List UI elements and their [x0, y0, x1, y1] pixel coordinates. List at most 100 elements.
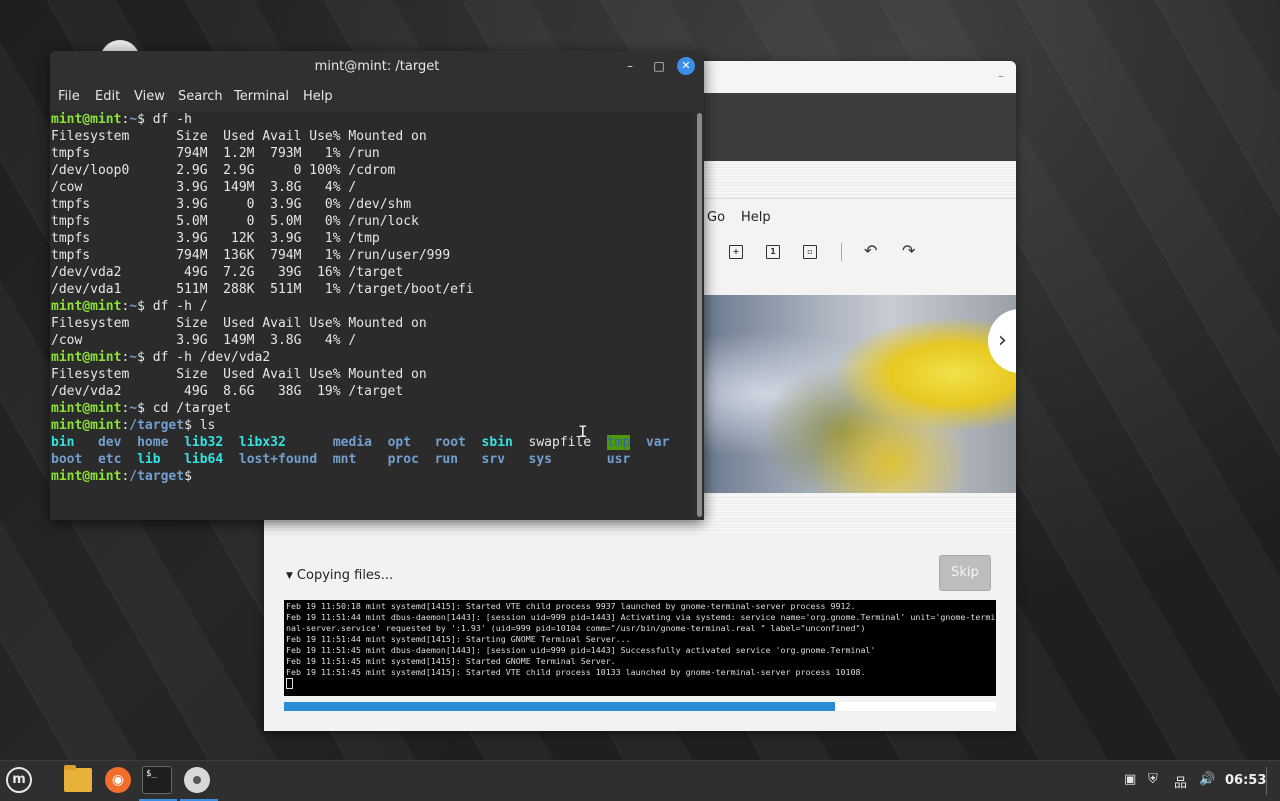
menu-view[interactable]: View	[134, 89, 165, 104]
progress-fill	[284, 702, 836, 711]
volume-icon[interactable]: 🔊	[1199, 772, 1215, 787]
log-line: Feb 19 11:51:45 mint systemd[1415]: Star…	[286, 656, 616, 666]
terminal-line: /dev/vda2 49G 8.6G 38G 19% /target	[51, 384, 404, 399]
terminal-line: /cow 3.9G 149M 3.8G 4% /	[51, 180, 357, 195]
firefox-icon[interactable]: ◉	[105, 767, 131, 793]
terminal-line: boot etc lib lib64 lost+found mnt proc r…	[51, 451, 693, 468]
menu-file[interactable]: File	[58, 89, 80, 104]
clock[interactable]: 06:53	[1225, 773, 1266, 788]
ls-entry: lib64	[184, 452, 224, 467]
install-log: Feb 19 11:50:18 mint systemd[1415]: Star…	[284, 600, 996, 696]
ls-entry: media	[332, 435, 372, 450]
prompt-command: $ df -h /dev/vda2	[137, 350, 271, 365]
install-progress-bar	[284, 702, 996, 711]
network-icon[interactable]: 品	[1174, 772, 1187, 791]
log-cursor	[286, 678, 293, 689]
minimize-icon[interactable]: –	[621, 57, 639, 75]
terminal-taskbar-icon[interactable]: $_	[142, 766, 172, 794]
viewer-toolbar: + 1 ▫ ↶ ↷	[704, 233, 1016, 273]
terminal-line: mint@mint:~$ df -h /	[51, 299, 208, 314]
terminal-titlebar[interactable]: mint@mint: /target – □ ✕	[50, 51, 704, 81]
prompt-command: $ df -h	[137, 112, 192, 127]
show-desktop-button[interactable]	[1266, 767, 1267, 795]
terminal-line: /dev/loop0 2.9G 2.9G 0 100% /cdrom	[51, 163, 396, 178]
menu-help[interactable]: Help	[303, 89, 333, 104]
terminal-line: bin dev home lib32 libx32 media opt root…	[51, 434, 693, 451]
menu-search[interactable]: Search	[178, 89, 223, 104]
rotate-right-icon[interactable]: ↷	[902, 241, 915, 260]
terminal-line: /dev/vda2 49G 7.2G 39G 16% /target	[51, 265, 404, 280]
terminal-window: mint@mint: /target – □ ✕ File Edit View …	[50, 51, 704, 520]
prompt-path: ~	[129, 299, 138, 314]
terminal-line: mint@mint:/target$	[51, 468, 693, 485]
shield-update-icon[interactable]: ⛨	[1148, 772, 1158, 787]
terminal-line: mint@mint:/target$ ls	[51, 418, 216, 433]
prompt-user: mint@mint	[51, 350, 122, 365]
skip-button[interactable]: Skip	[939, 555, 991, 591]
terminal-line: tmpfs 3.9G 12K 3.9G 1% /tmp	[51, 231, 380, 246]
minimize-icon[interactable]: –	[998, 69, 1004, 83]
toolbar-separator	[841, 243, 842, 261]
log-line: nal-server.service' requested by ':1.93'…	[286, 623, 866, 633]
prompt-command: $ df -h /	[137, 299, 208, 314]
terminal-line: Filesystem Size Used Avail Use% Mounted …	[51, 316, 427, 331]
rotate-left-icon[interactable]: ↶	[864, 241, 877, 260]
prompt-command: $	[184, 469, 200, 484]
prompt-path: ~	[129, 350, 138, 365]
prompt-path: ~	[129, 401, 138, 416]
installer-disc-icon[interactable]	[184, 767, 210, 793]
viewer-menu-go[interactable]: Go	[707, 210, 725, 225]
mint-menu-icon[interactable]: m	[6, 767, 32, 793]
ls-entry: proc	[387, 452, 419, 467]
ls-entry: opt	[387, 435, 412, 450]
terminal-line: mint@mint:~$ df -h	[51, 112, 192, 127]
menu-edit[interactable]: Edit	[95, 89, 120, 104]
prompt-path: /target	[129, 418, 185, 433]
terminal-cursor	[200, 469, 208, 484]
ls-entry: run	[434, 452, 459, 467]
prompt-path: ~	[129, 112, 138, 127]
terminal-scrollbar[interactable]	[697, 113, 702, 517]
log-line: Feb 19 11:51:45 mint dbus-daemon[1443]: …	[286, 645, 876, 655]
ls-entry: libx32	[238, 435, 286, 450]
ls-entry: lib32	[184, 435, 224, 450]
prompt-command: $ ls	[184, 418, 216, 433]
zoom-fit-icon[interactable]: +	[729, 245, 743, 259]
ls-entry: tmp	[606, 435, 631, 450]
text-cursor-icon: I	[578, 422, 588, 441]
menu-terminal[interactable]: Terminal	[234, 89, 289, 104]
ls-entry: var	[645, 435, 670, 450]
viewer-menu-help[interactable]: Help	[741, 210, 771, 225]
copying-expander[interactable]: ▼ Copying files...	[286, 568, 393, 583]
prompt-user: mint@mint	[51, 112, 122, 127]
ls-entry: etc	[97, 452, 122, 467]
copying-status-label: Copying files...	[296, 568, 394, 583]
terminal-title: mint@mint: /target	[314, 59, 440, 74]
log-line: Feb 19 11:51:45 mint systemd[1415]: Star…	[286, 667, 866, 677]
next-image-button[interactable]: ›	[988, 309, 1016, 373]
terminal-line: Filesystem Size Used Avail Use% Mounted …	[51, 129, 427, 144]
zoom-1-icon[interactable]: 1	[766, 245, 780, 259]
image-viewer-window: Go Help + 1 ▫ ↶ ↷ ›	[704, 198, 1016, 495]
clipboard-icon[interactable]: ▣	[1124, 772, 1136, 787]
terminal-line: /dev/vda1 511M 288K 511M 1% /target/boot…	[51, 282, 474, 297]
maximize-icon[interactable]: □	[650, 57, 668, 75]
ls-entry: srv	[481, 452, 506, 467]
prompt-user: mint@mint	[51, 418, 122, 433]
terminal-output[interactable]: mint@mint:~$ df -h Filesystem Size Used A…	[50, 111, 694, 520]
log-line: Feb 19 11:51:44 mint dbus-daemon[1443]: …	[286, 612, 996, 622]
ls-entry: sys	[528, 452, 552, 467]
ls-entry: sbin	[481, 435, 513, 450]
zoom-best-icon[interactable]: ▫	[803, 245, 817, 259]
prompt-command: $ cd /target	[137, 401, 232, 416]
prompt-user: mint@mint	[51, 299, 122, 314]
log-line: Feb 19 11:50:18 mint systemd[1415]: Star…	[286, 601, 856, 611]
ls-entry: boot	[51, 452, 83, 467]
close-icon[interactable]: ✕	[677, 57, 695, 75]
terminal-line: mint@mint:~$ cd /target	[51, 401, 232, 416]
terminal-line: tmpfs 794M 136K 794M 1% /run/user/999	[51, 248, 451, 263]
files-icon[interactable]	[64, 765, 92, 792]
prompt-user: mint@mint	[51, 469, 122, 484]
log-line: Feb 19 11:51:44 mint systemd[1415]: Star…	[286, 634, 631, 644]
ls-entry: usr	[606, 452, 631, 467]
